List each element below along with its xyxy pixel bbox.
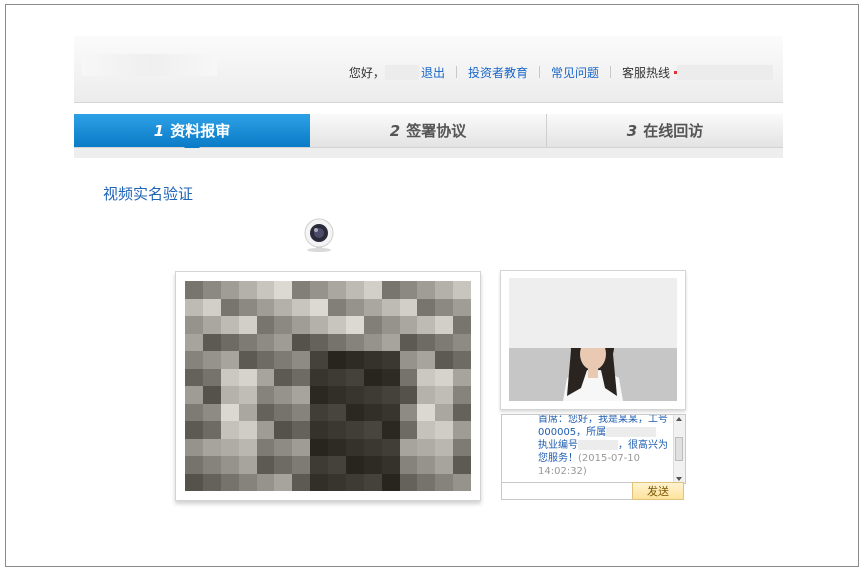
step-1[interactable]: 1 资料报审: [74, 114, 310, 155]
investor-education-link[interactable]: 投资者教育: [468, 64, 528, 81]
progress-steps: 1 资料报审 2 签署协议 3 在线回访: [74, 114, 783, 155]
chat-line: 您服务！(2015-07-10 14:02:32): [538, 453, 641, 477]
username-masked: [384, 64, 419, 80]
scroll-thumb[interactable]: [675, 437, 683, 461]
section-title: 视频实名验证: [103, 185, 194, 203]
chat-line: 000005，所属: [538, 426, 670, 439]
step-number: 1: [153, 121, 165, 140]
chat-line: 执业编号 ，很高兴为: [538, 440, 668, 451]
webcam-icon: [303, 218, 335, 252]
step-number: 3: [626, 121, 638, 140]
customer-video-feed: [185, 281, 471, 491]
chat-input[interactable]: [501, 482, 635, 500]
chat-scrollbar[interactable]: [673, 415, 685, 483]
agent-video: [500, 270, 686, 410]
top-header: 您好， 退出 投资者教育 常见问题 客服热线: [74, 36, 783, 103]
agent-mask: [509, 278, 677, 348]
hotline-label: 客服热线: [621, 65, 670, 80]
chat-log[interactable]: 首席：您好，我是某某，工号 000005，所属 执业编号 ，很高兴为 您服务！(2…: [501, 414, 686, 484]
divider: [455, 66, 457, 78]
header-nav: 您好， 退出 投资者教育 常见问题 客服热线: [349, 64, 773, 80]
chat-input-row: 发送: [501, 482, 684, 500]
agent-video-feed: [509, 278, 677, 401]
hotline-masked: [677, 64, 773, 80]
scroll-down-icon[interactable]: [676, 477, 682, 481]
step-label: 签署协议: [406, 122, 467, 140]
logout-link[interactable]: 退出: [421, 64, 445, 81]
customer-video: [175, 271, 481, 501]
step-3[interactable]: 3 在线回访: [547, 114, 783, 147]
steps-shadow: [74, 148, 783, 158]
scroll-up-icon[interactable]: [676, 417, 682, 421]
divider: [538, 66, 540, 78]
chat-message: 首席：您好，我是某某，工号 000005，所属 执业编号 ，很高兴为 您服务！(2…: [538, 414, 670, 478]
faq-link[interactable]: 常见问题: [551, 64, 599, 81]
logo: [82, 54, 217, 76]
step-label: 在线回访: [643, 122, 704, 140]
divider: [609, 66, 611, 78]
step-2[interactable]: 2 签署协议: [310, 114, 547, 147]
step-number: 2: [389, 121, 401, 140]
step-label: 资料报审: [170, 122, 231, 140]
greeting-text: 您好，: [348, 65, 385, 80]
send-button[interactable]: 发送: [632, 482, 684, 500]
chat-line: 首席：您好，我是某某，工号: [538, 414, 668, 425]
